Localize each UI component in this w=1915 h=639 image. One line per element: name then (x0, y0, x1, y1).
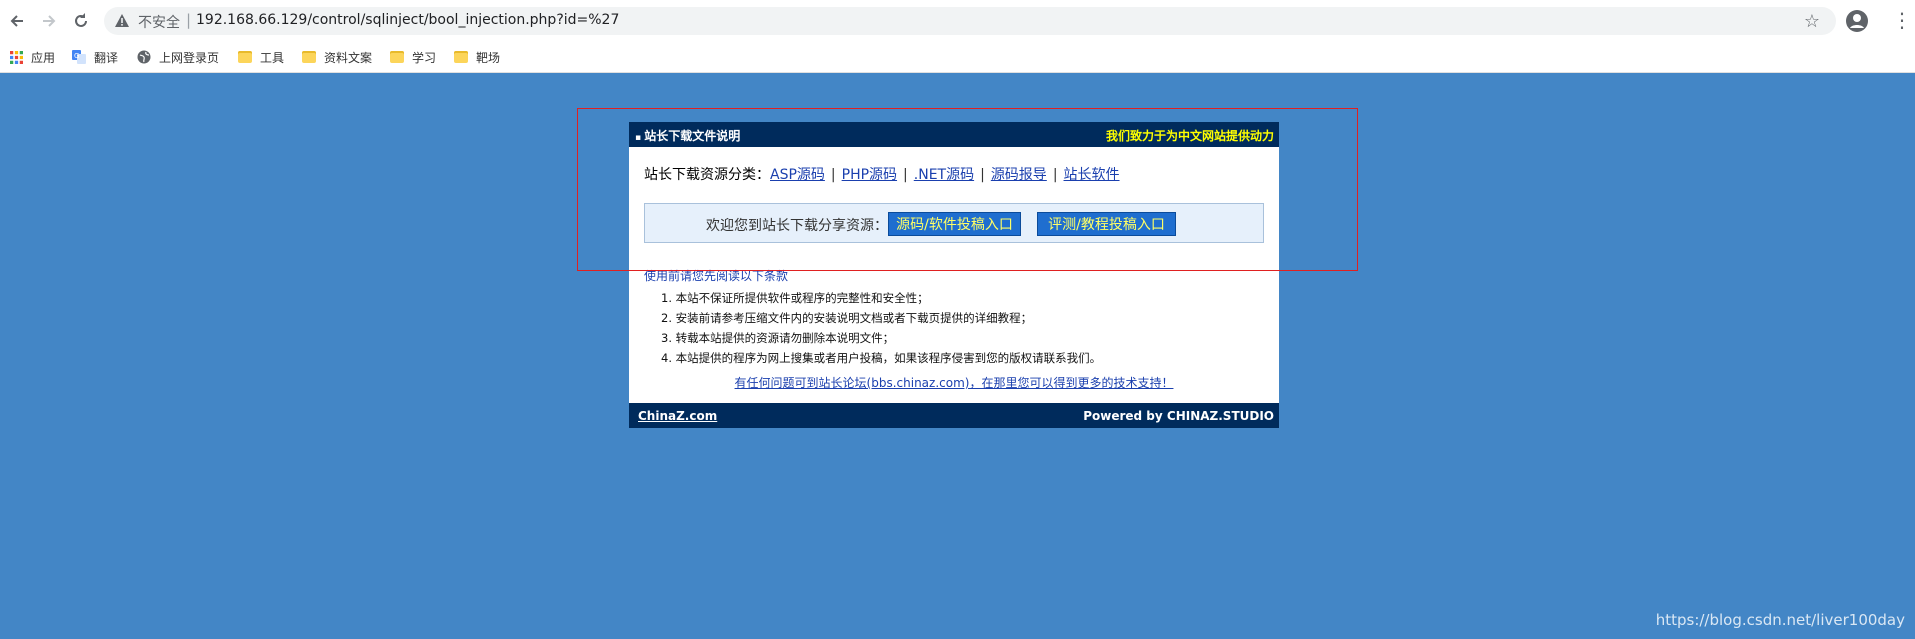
submit-review-button[interactable]: 评测/教程投稿入口 (1037, 212, 1176, 236)
list-item: 2. 安装前请参考压缩文件内的安装说明文档或者下载页提供的详细教程； (661, 311, 1033, 325)
apps-grid-icon (10, 50, 23, 64)
panel-footer: ChinaZ.com Powered by CHINAZ.STUDIO (629, 403, 1279, 428)
more-menu-icon[interactable]: ⋮ (1892, 7, 1912, 33)
folder-icon (302, 51, 316, 63)
terms-title: 使用前请您先阅读以下条款 (644, 269, 789, 283)
divider: | (1052, 167, 1058, 183)
svg-text:G: G (74, 52, 79, 60)
bookmark-label: 工具 (260, 50, 285, 65)
bookmark-folder-materials[interactable]: 资料文案 (302, 47, 372, 67)
divider: | (903, 167, 908, 183)
category-link-php[interactable]: PHP源码 (842, 167, 897, 183)
panel-slogan: 我们致力于为中文网站提供动力 (1105, 129, 1274, 143)
list-item: 1. 本站不保证所提供软件或程序的完整性和安全性； (661, 291, 929, 305)
url-text[interactable]: 192.168.66.129/control/sqlinject/bool_in… (196, 12, 619, 28)
category-row: 站长下载资源分类：ASP源码 | PHP源码 | .NET源码 | 源码报导 | 站长软件 (644, 164, 1120, 184)
folder-icon (238, 51, 252, 63)
profile-avatar-icon[interactable] (1845, 9, 1869, 33)
back-arrow-icon[interactable] (4, 8, 30, 34)
category-link-report[interactable]: 源码报导 (991, 167, 1047, 183)
bookmark-label: 学习 (412, 50, 437, 65)
list-item: 3. 转载本站提供的资源请勿删除本说明文件； (661, 331, 895, 345)
address-field[interactable]: 不安全 | 192.168.66.129/control/sqlinject/b… (104, 7, 1836, 35)
welcome-text: 欢迎您到站长下载分享资源： (706, 218, 888, 234)
list-item: 4. 本站提供的程序为网上搜集或者用户投稿，如果该程序侵害到您的版权请联系我们。 (661, 351, 1102, 365)
bookmark-label: 上网登录页 (159, 50, 220, 65)
reload-icon[interactable] (68, 8, 94, 34)
bookmark-folder-range[interactable]: 靶场 (454, 47, 500, 67)
submit-source-button[interactable]: 源码/软件投稿入口 (888, 212, 1021, 236)
security-label: 不安全 (138, 15, 180, 31)
folder-icon (390, 51, 404, 63)
category-label: 站长下载资源分类： (644, 167, 770, 183)
bookmarks-bar: 应用 G 翻译 上网登录页 工具 资料文案 学习 靶场 (0, 42, 1915, 73)
welcome-box: 欢迎您到站长下载分享资源： 源码/软件投稿入口 评测/教程投稿入口 (644, 203, 1264, 243)
bookmark-translate[interactable]: G 翻译 (72, 47, 118, 67)
category-link-asp[interactable]: ASP源码 (770, 167, 825, 183)
watermark: https://blog.csdn.net/liver100day (1655, 611, 1905, 629)
category-link-software[interactable]: 站长软件 (1064, 167, 1120, 183)
bookmark-star-icon[interactable]: ☆ (1804, 11, 1820, 32)
url-separator: | (186, 11, 192, 29)
folder-icon (454, 51, 468, 63)
bookmark-label: 应用 (31, 50, 56, 65)
bookmark-folder-tools[interactable]: 工具 (238, 47, 284, 67)
terms-list: 1. 本站不保证所提供软件或程序的完整性和安全性； 2. 安装前请参考压缩文件内… (661, 288, 1101, 368)
footer-powered-by: Powered by CHINAZ.STUDIO (1083, 409, 1274, 423)
category-link-dotnet[interactable]: .NET源码 (914, 167, 974, 183)
panel-title: 站长下载文件说明 (635, 127, 740, 144)
browser-toolbar: 不安全 | 192.168.66.129/control/sqlinject/b… (0, 0, 1915, 42)
translate-icon: G (72, 50, 86, 64)
globe-icon (137, 50, 151, 64)
forum-link[interactable]: 有任何问题可到站长论坛(bbs.chinaz.com)，在那里您可以得到更多的技… (629, 374, 1279, 391)
bookmark-label: 翻译 (94, 50, 119, 65)
footer-site-link[interactable]: ChinaZ.com (638, 409, 717, 423)
divider: | (980, 167, 985, 183)
bookmark-label: 靶场 (476, 50, 501, 65)
warning-triangle-icon (115, 14, 129, 27)
divider: | (830, 167, 836, 183)
download-notice-panel: 站长下载文件说明 我们致力于为中文网站提供动力 站长下载资源分类：ASP源码 | P… (629, 122, 1279, 428)
panel-header: 站长下载文件说明 我们致力于为中文网站提供动力 (629, 122, 1279, 147)
bookmark-folder-study[interactable]: 学习 (390, 47, 436, 67)
bookmark-label: 资料文案 (324, 50, 373, 65)
bookmark-login-page[interactable]: 上网登录页 (137, 47, 219, 67)
bookmark-apps[interactable]: 应用 (10, 47, 55, 67)
forward-arrow-icon[interactable] (36, 8, 62, 34)
